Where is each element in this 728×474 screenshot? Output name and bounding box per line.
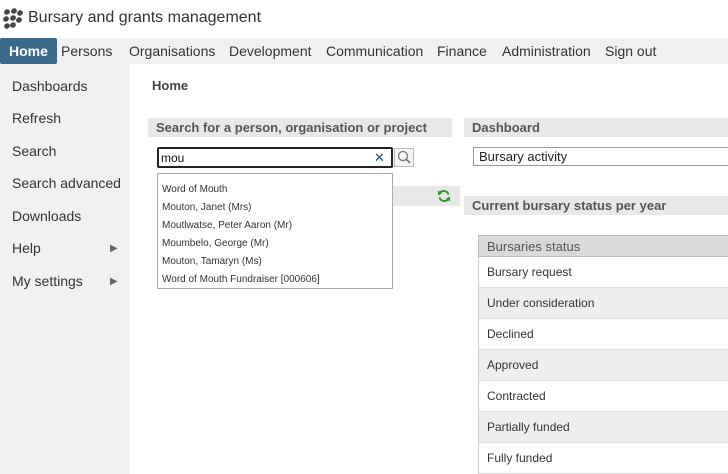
- dashboard-select[interactable]: Bursary activity: [473, 147, 728, 166]
- search-suggestions-dropdown: Word of Mouth Mouton, Janet (Mrs) Moutlw…: [157, 173, 393, 289]
- dashboard-panel-heading: Dashboard: [464, 118, 728, 137]
- sidebar-item-help[interactable]: Help: [12, 240, 41, 256]
- app-title: Bursary and grants management: [28, 9, 262, 26]
- suggestion-item[interactable]: Mouton, Tamaryn (Ms): [162, 256, 262, 267]
- search-button[interactable]: [394, 148, 414, 167]
- sidebar-item-refresh[interactable]: Refresh: [12, 110, 61, 126]
- nav-organisations[interactable]: Organisations: [129, 38, 215, 64]
- table-header: Bursaries status: [478, 235, 728, 257]
- expand-arrow-icon[interactable]: ▶: [110, 243, 118, 254]
- table-row: Fully funded: [478, 443, 728, 474]
- sidebar-item-dashboards[interactable]: Dashboards: [12, 78, 88, 94]
- suggestion-item[interactable]: Mouton, Janet (Mrs): [162, 202, 251, 213]
- page-title: Home: [152, 78, 189, 93]
- nav-development[interactable]: Development: [229, 38, 312, 64]
- nav-communication[interactable]: Communication: [326, 38, 423, 64]
- table-row: Contracted: [478, 381, 728, 412]
- sidebar-item-my-settings[interactable]: My settings: [12, 273, 83, 289]
- sidebar-item-search-advanced[interactable]: Search advanced: [12, 175, 121, 191]
- app-header: Bursary and grants management: [0, 0, 728, 38]
- sidebar: Dashboards Refresh Search Search advance…: [0, 64, 130, 474]
- nav-home[interactable]: Home: [0, 38, 57, 64]
- table-row: Declined: [478, 319, 728, 350]
- table-row: Partially funded: [478, 412, 728, 443]
- magnifier-icon: [397, 150, 411, 164]
- nav-persons[interactable]: Persons: [61, 38, 112, 64]
- search-panel-heading: Search for a person, organisation or pro…: [148, 118, 452, 137]
- suggestion-item[interactable]: Moutlwatse, Peter Aaron (Mr): [162, 220, 292, 231]
- nav-sign-out[interactable]: Sign out: [605, 38, 656, 64]
- table-row: Bursary request: [478, 257, 728, 288]
- table-row: Under consideration: [478, 288, 728, 319]
- clear-search-icon[interactable]: ✕: [374, 150, 385, 166]
- top-navigation: Home Persons Organisations Development C…: [0, 38, 728, 64]
- suggestion-item[interactable]: Word of Mouth: [162, 184, 227, 195]
- app-logo-icon: [3, 8, 23, 29]
- bursary-status-heading: Current bursary status per year: [464, 196, 728, 215]
- refresh-icon[interactable]: [437, 189, 451, 203]
- sidebar-item-downloads[interactable]: Downloads: [12, 208, 81, 224]
- nav-finance[interactable]: Finance: [437, 38, 487, 64]
- suggestion-item[interactable]: Word of Mouth Fundraiser [000606]: [162, 274, 320, 285]
- bursary-status-table: Bursaries status Bursary request Under c…: [478, 235, 728, 474]
- table-row: Approved: [478, 350, 728, 381]
- suggestion-item[interactable]: Moumbelo, George (Mr): [162, 238, 269, 249]
- expand-arrow-icon[interactable]: ▶: [110, 276, 118, 287]
- search-input[interactable]: [157, 147, 393, 168]
- sidebar-item-search[interactable]: Search: [12, 143, 56, 159]
- nav-administration[interactable]: Administration: [502, 38, 591, 64]
